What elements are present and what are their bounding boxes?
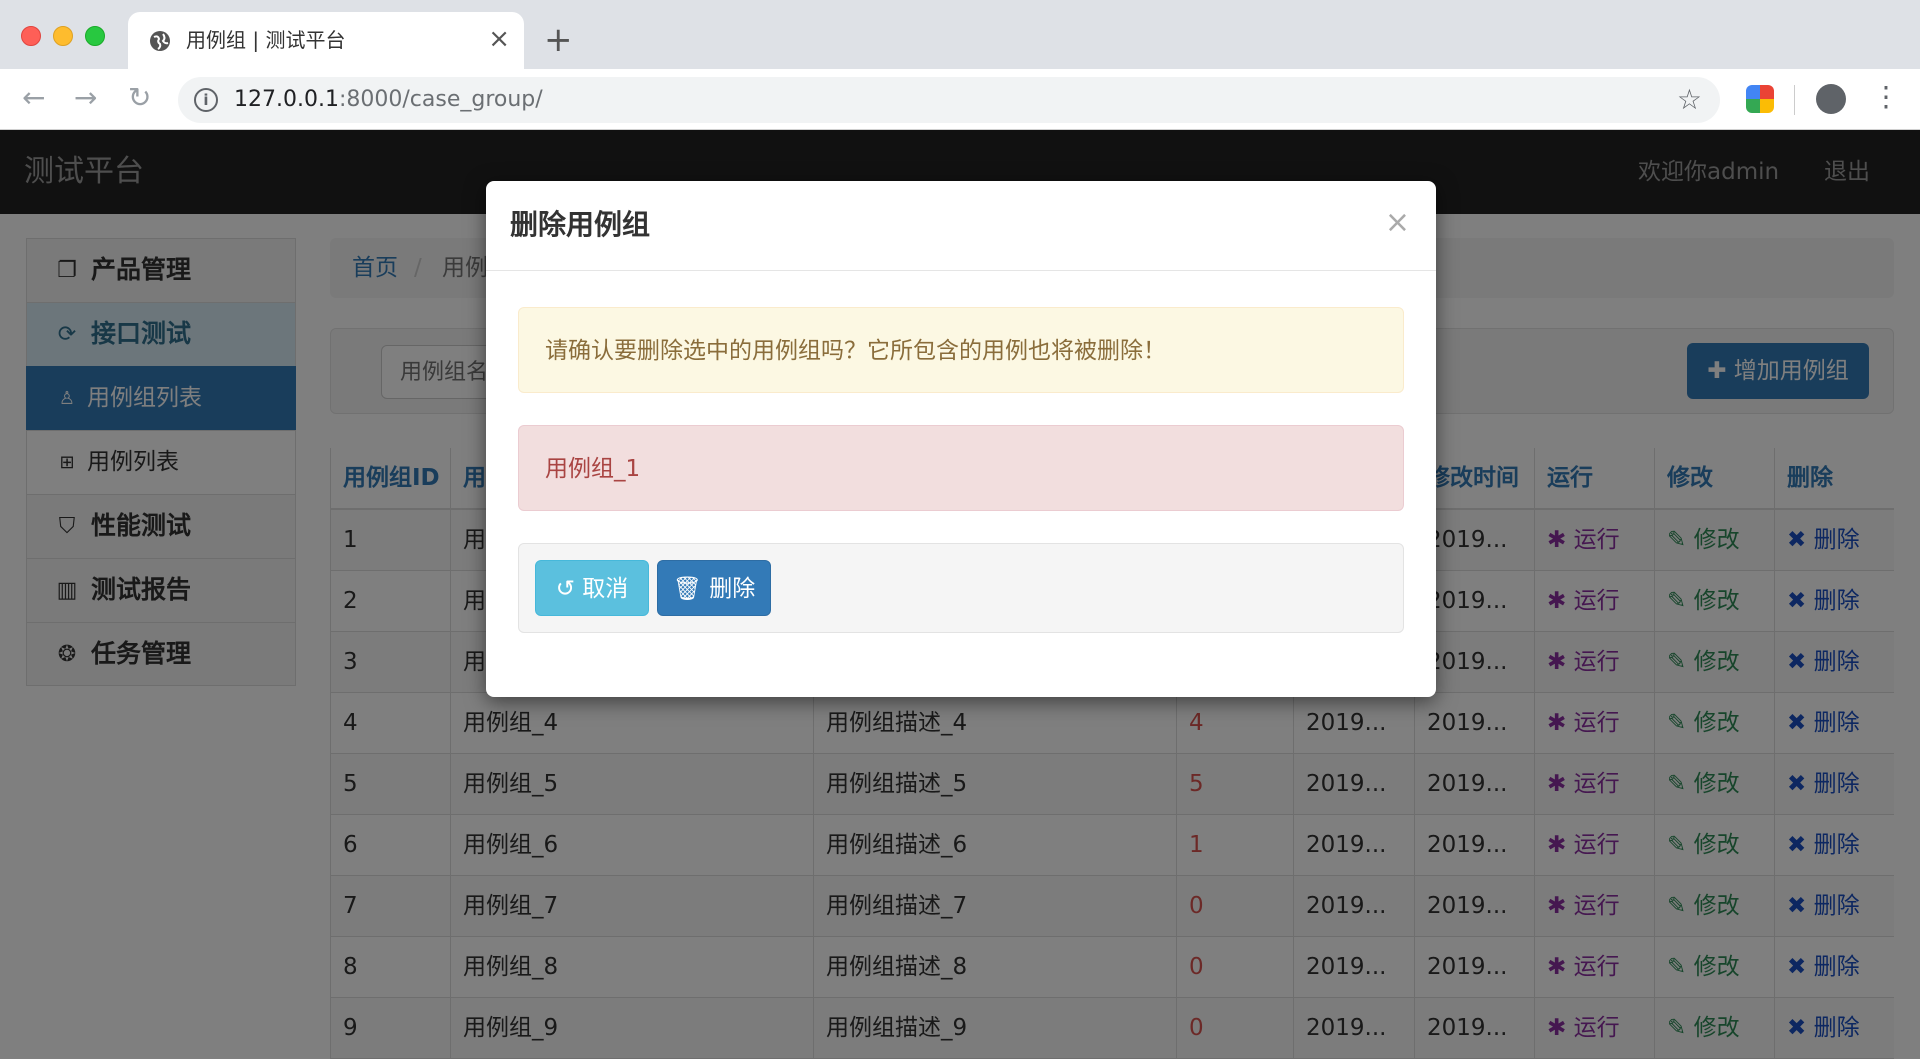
confirm-delete-button[interactable]: 🗑 删除 xyxy=(657,560,771,616)
new-tab-button[interactable]: + xyxy=(544,20,573,60)
browser-tab[interactable]: 用例组 | 测试平台 × xyxy=(128,12,524,69)
window-minimize-button[interactable] xyxy=(53,26,73,46)
browser-menu-icon[interactable]: ⋮ xyxy=(1872,81,1900,113)
profile-avatar-icon[interactable] xyxy=(1816,84,1846,114)
url-path: :8000/case_group/ xyxy=(338,87,543,112)
forward-icon[interactable]: → xyxy=(74,81,97,115)
browser-tabbar: 用例组 | 测试平台 × + xyxy=(0,0,1920,69)
address-url[interactable]: 127.0.0.1:8000/case_group/ xyxy=(234,87,543,113)
window-close-button[interactable] xyxy=(21,26,41,46)
browser-toolbar: ← → ↻ i 127.0.0.1:8000/case_group/ ☆ ⋮ xyxy=(0,69,1920,130)
modal-button-well: ↺ 取消 🗑 删除 xyxy=(518,543,1404,633)
site-info-icon[interactable]: i xyxy=(194,88,218,112)
close-icon[interactable]: × xyxy=(1385,203,1410,243)
delete-case-group-modal: 删除用例组 × 请确认要删除选中的用例组吗？它所包含的用例也将被删除！ 用例组_… xyxy=(486,181,1436,697)
selected-item-alert: 用例组_1 xyxy=(518,425,1404,511)
globe-icon xyxy=(150,31,170,51)
tab-close-icon[interactable]: × xyxy=(488,24,510,54)
bookmark-star-icon[interactable]: ☆ xyxy=(1677,83,1702,116)
back-icon[interactable]: ← xyxy=(22,81,45,115)
modal-title: 删除用例组 xyxy=(510,208,651,241)
tab-title: 用例组 | 测试平台 xyxy=(186,28,346,52)
extension-icon[interactable] xyxy=(1746,85,1774,113)
cancel-button[interactable]: ↺ 取消 xyxy=(535,560,649,616)
delete-warning-alert: 请确认要删除选中的用例组吗？它所包含的用例也将被删除！ xyxy=(518,307,1404,393)
window-zoom-button[interactable] xyxy=(85,26,105,46)
toolbar-divider xyxy=(1794,85,1795,115)
address-bar[interactable]: i 127.0.0.1:8000/case_group/ ☆ xyxy=(178,77,1720,123)
reload-icon[interactable]: ↻ xyxy=(128,81,151,115)
url-host: 127.0.0.1 xyxy=(234,87,339,112)
modal-header: 删除用例组 × xyxy=(486,181,1436,271)
